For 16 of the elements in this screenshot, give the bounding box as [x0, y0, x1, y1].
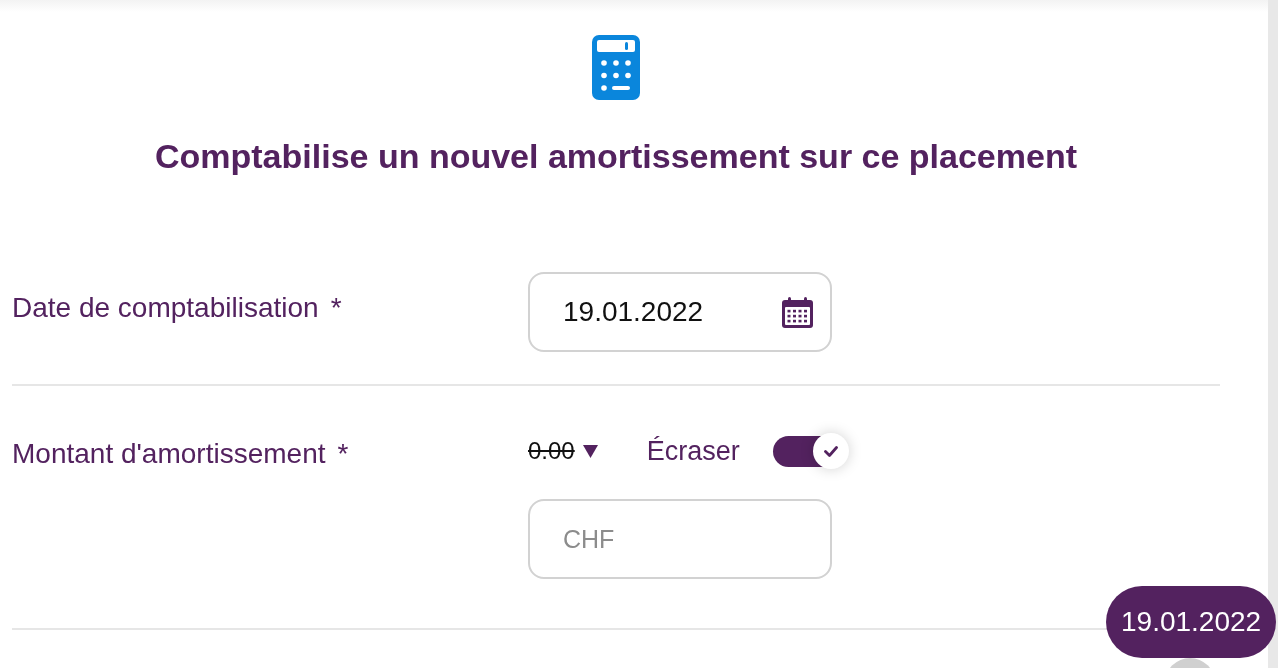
previous-amount: 0.00 [528, 437, 575, 465]
required-mark: * [330, 292, 342, 324]
field-label: Montant d'amortissement [12, 438, 326, 470]
date-field[interactable]: 19.01.2022 [528, 272, 832, 352]
form-title: Comptabilise un nouvel amortissement sur ce placement [154, 137, 1077, 175]
amount-input[interactable]: CHF [528, 499, 832, 579]
scrollbar-track[interactable] [1268, 0, 1278, 668]
caret-down-icon[interactable] [582, 444, 598, 458]
override-label: Écraser [646, 435, 740, 467]
check-icon [823, 445, 838, 457]
override-toggle[interactable] [772, 433, 849, 469]
calendar-icon[interactable] [782, 296, 813, 328]
field-label: Date de comptabilisation [12, 292, 319, 324]
date-badge: 19.01.2022 [1106, 586, 1277, 658]
calculator-icon [592, 35, 640, 100]
required-mark: * [337, 438, 349, 470]
